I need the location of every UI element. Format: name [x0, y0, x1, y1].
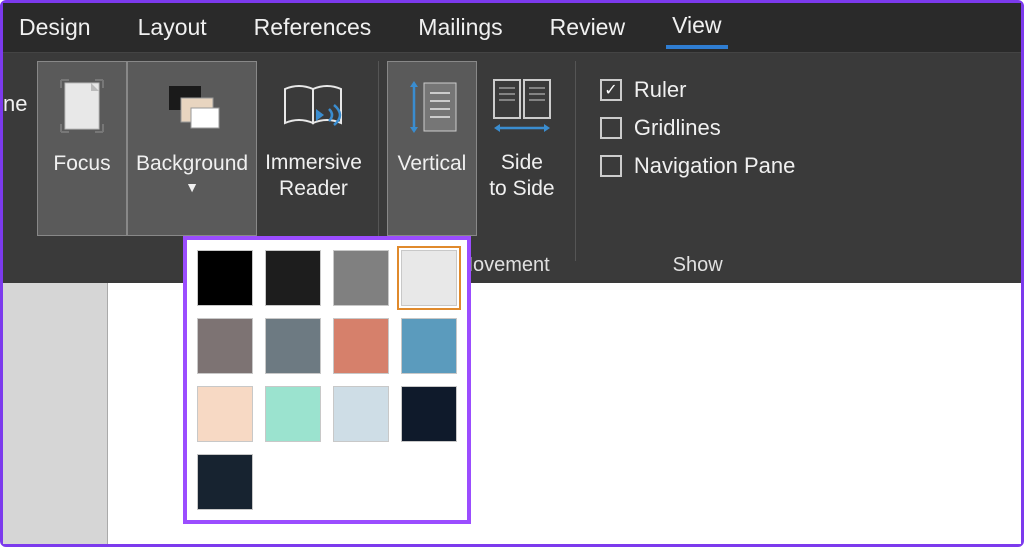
color-swatch[interactable]	[333, 318, 389, 374]
vertical-label: Vertical	[397, 151, 466, 177]
side-label-2: to Side	[489, 176, 554, 202]
color-swatch[interactable]	[401, 318, 457, 374]
tab-review[interactable]: Review	[544, 8, 631, 47]
tab-design[interactable]: Design	[13, 8, 97, 47]
side-label-1: Side	[501, 150, 543, 176]
color-swatch[interactable]	[401, 250, 457, 306]
color-swatch[interactable]	[265, 386, 321, 442]
tab-references[interactable]: References	[248, 8, 378, 47]
group-divider-2	[575, 61, 576, 261]
navigation-sidebar	[3, 283, 108, 544]
color-swatch[interactable]	[401, 386, 457, 442]
focus-icon	[57, 70, 107, 145]
side-to-side-icon	[486, 69, 558, 144]
focus-button[interactable]: Focus	[37, 61, 127, 236]
book-audio-icon	[279, 69, 349, 144]
focus-label: Focus	[53, 151, 110, 177]
background-icon	[161, 70, 223, 145]
show-group-label: Show	[600, 254, 795, 283]
color-swatch[interactable]	[197, 454, 253, 510]
group-show: Ruler Gridlines Navigation Pane Show	[580, 61, 815, 283]
color-swatch[interactable]	[197, 250, 253, 306]
group-divider	[378, 61, 379, 261]
gridlines-checkbox[interactable]: Gridlines	[600, 109, 795, 147]
background-button[interactable]: Background ▼	[127, 61, 257, 236]
ruler-checkbox[interactable]: Ruler	[600, 71, 795, 109]
gridlines-label: Gridlines	[634, 115, 721, 141]
checkbox-icon	[600, 79, 622, 101]
ribbon-content: ne Focus Background ▼ Immersive	[3, 53, 1021, 283]
tab-layout[interactable]: Layout	[132, 8, 213, 47]
truncated-group-label: ne	[3, 61, 33, 117]
tab-mailings[interactable]: Mailings	[412, 8, 508, 47]
tab-view[interactable]: View	[666, 6, 727, 49]
color-swatch[interactable]	[197, 386, 253, 442]
color-swatch[interactable]	[265, 318, 321, 374]
immersive-reader-button[interactable]: Immersive Reader	[257, 61, 370, 236]
background-label: Background	[136, 151, 248, 177]
color-swatch[interactable]	[333, 386, 389, 442]
chevron-down-icon: ▼	[185, 179, 199, 197]
immersive-label-2: Reader	[279, 176, 348, 202]
side-to-side-button[interactable]: Side to Side	[477, 61, 567, 236]
vertical-button[interactable]: Vertical	[387, 61, 477, 236]
background-color-palette	[183, 236, 471, 524]
checkbox-icon	[600, 155, 622, 177]
immersive-label-1: Immersive	[265, 150, 362, 176]
navigation-label: Navigation Pane	[634, 153, 795, 179]
vertical-page-icon	[404, 70, 460, 145]
color-swatch[interactable]	[197, 318, 253, 374]
checkbox-icon	[600, 117, 622, 139]
ruler-label: Ruler	[634, 77, 687, 103]
document-area	[3, 283, 1021, 544]
color-swatch[interactable]	[265, 250, 321, 306]
ribbon-tabs: Design Layout References Mailings Review…	[3, 3, 1021, 53]
navigation-pane-checkbox[interactable]: Navigation Pane	[600, 147, 795, 185]
color-swatch[interactable]	[333, 250, 389, 306]
